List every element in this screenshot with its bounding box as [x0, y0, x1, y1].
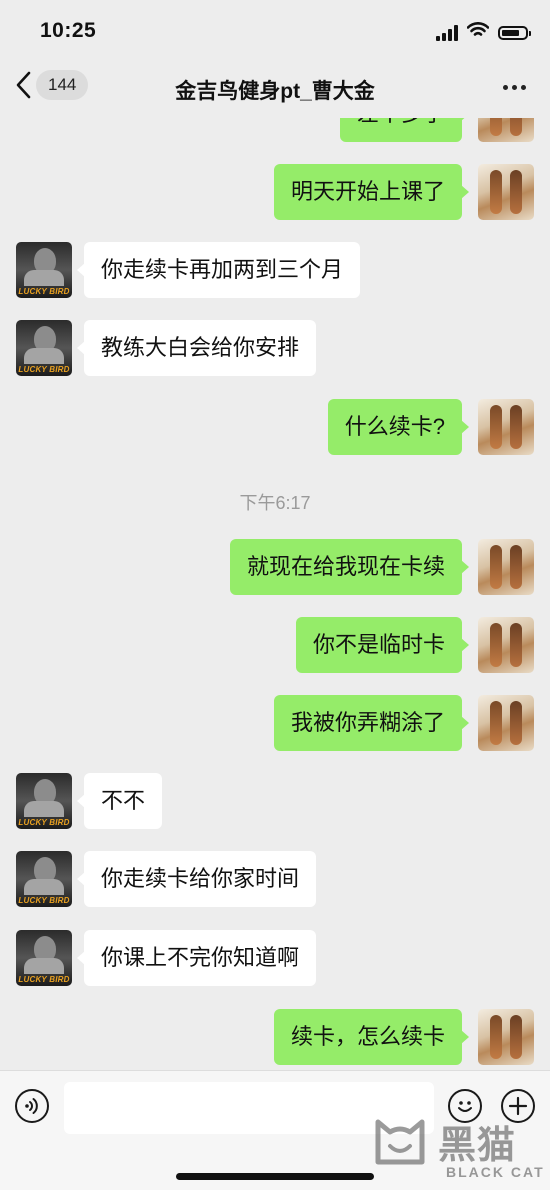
chat-header: 144 金吉鸟健身pt_曹大金 [0, 60, 550, 118]
avatar-logo-text: LUCKY BIRD [18, 365, 70, 374]
message-bubble[interactable]: 你走续卡再加两到三个月 [76, 242, 361, 298]
home-indicator[interactable] [176, 1173, 374, 1180]
message-bubble[interactable]: 什么续卡? [327, 399, 470, 455]
wifi-icon [466, 22, 490, 43]
message-row: 就现在给我现在卡续 [0, 539, 550, 595]
avatar-contact[interactable]: LUCKY BIRD [16, 851, 72, 907]
avatar-contact[interactable]: LUCKY BIRD [16, 242, 72, 298]
message-row: 你不是临时卡 [0, 617, 550, 673]
avatar-logo-text: LUCKY BIRD [18, 287, 70, 296]
message-bubble[interactable]: 差不多了 [339, 118, 470, 142]
status-time: 10:25 [40, 19, 97, 42]
avatar-contact[interactable]: LUCKY BIRD [16, 930, 72, 986]
message-timestamp: 下午6:17 [239, 493, 311, 513]
message-row: LUCKY BIRD 你走续卡再加两到三个月 [0, 242, 550, 298]
message-bubble[interactable]: 你课上不完你知道啊 [76, 930, 317, 986]
avatar-contact[interactable]: LUCKY BIRD [16, 320, 72, 376]
watermark: 黑猫 BLACK CAT [370, 1108, 550, 1190]
voice-button[interactable] [15, 1089, 49, 1123]
status-bar: 10:25 [0, 0, 550, 60]
chat-title: 金吉鸟健身pt_曹大金 [175, 80, 375, 103]
avatar-self[interactable] [478, 617, 534, 673]
message-row: 续卡，怎么续卡 [0, 1009, 550, 1065]
avatar-logo-text: LUCKY BIRD [18, 975, 70, 984]
message-row: LUCKY BIRD 不不 [0, 773, 550, 829]
watermark-en: BLACK CAT [446, 1164, 545, 1180]
status-icons [436, 22, 531, 43]
message-bubble[interactable]: 你走续卡给你家时间 [76, 851, 317, 907]
battery-icon [498, 25, 531, 40]
message-bubble[interactable]: 明天开始上课了 [273, 164, 470, 220]
avatar-self[interactable] [478, 118, 534, 142]
message-bubble[interactable]: 续卡，怎么续卡 [273, 1009, 470, 1065]
voice-icon [17, 1098, 47, 1125]
avatar-logo-text: LUCKY BIRD [18, 818, 70, 827]
message-bubble[interactable]: 我被你弄糊涂了 [273, 695, 470, 751]
message-row: 差不多了 [0, 118, 550, 142]
signal-icon [436, 24, 458, 41]
avatar-logo-text: LUCKY BIRD [18, 896, 70, 905]
avatar-self[interactable] [478, 399, 534, 455]
message-row: 什么续卡? [0, 399, 550, 455]
message-bubble[interactable]: 教练大白会给你安排 [76, 320, 317, 376]
message-list[interactable]: 差不多了 明天开始上课了 LUCKY BIRD 你走续卡再加两到三个月 LUCK… [0, 118, 550, 1070]
message-row: 我被你弄糊涂了 [0, 695, 550, 751]
avatar-contact[interactable]: LUCKY BIRD [16, 773, 72, 829]
avatar-self[interactable] [478, 164, 534, 220]
avatar-self[interactable] [478, 1009, 534, 1065]
message-row: 明天开始上课了 [0, 164, 550, 220]
message-bubble[interactable]: 你不是临时卡 [295, 617, 470, 673]
avatar-self[interactable] [478, 539, 534, 595]
message-row: LUCKY BIRD 你课上不完你知道啊 [0, 930, 550, 986]
avatar-self[interactable] [478, 695, 534, 751]
message-bubble[interactable]: 就现在给我现在卡续 [229, 539, 470, 595]
message-bubble[interactable]: 不不 [76, 773, 163, 829]
watermark-cn: 黑猫 [438, 1125, 517, 1167]
message-row: LUCKY BIRD 教练大白会给你安排 [0, 320, 550, 376]
message-row: LUCKY BIRD 你走续卡给你家时间 [0, 851, 550, 907]
cat-logo-icon [372, 1112, 428, 1168]
more-dots-icon[interactable] [503, 85, 526, 90]
